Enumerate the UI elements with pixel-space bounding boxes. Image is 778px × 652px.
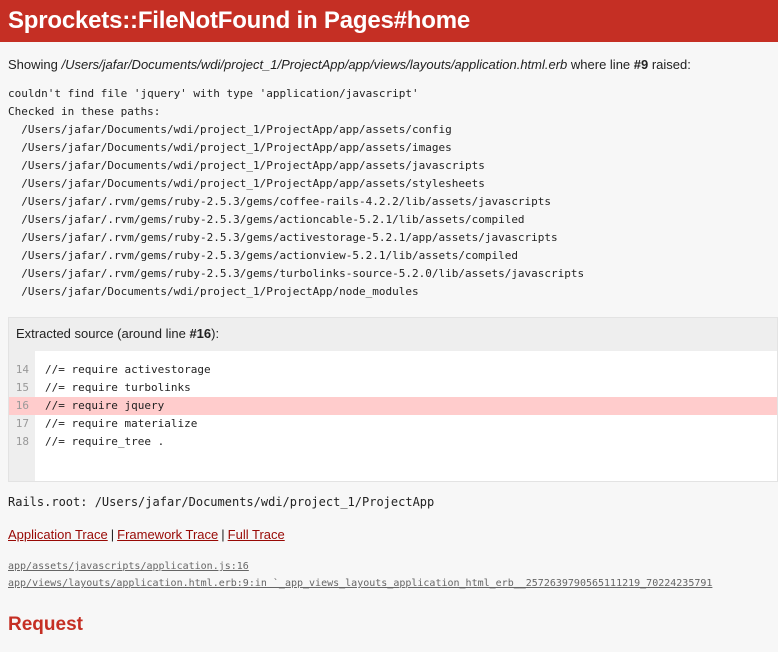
showing-suffix: raised: — [648, 57, 691, 72]
code-line-highlighted: //= require jquery — [35, 397, 777, 415]
line-number: 15 — [15, 381, 29, 394]
application-trace-link[interactable]: Application Trace — [8, 527, 108, 542]
showing-middle: where line — [567, 57, 634, 72]
line-number-highlighted: 16 — [9, 397, 35, 415]
line-number: 18 — [15, 435, 29, 448]
error-header: Sprockets::FileNotFound in Pages#home — [0, 0, 778, 42]
trace-tabs: Application Trace | Framework Trace | Full T… — [8, 527, 770, 542]
source-title-line: #16 — [189, 326, 212, 341]
trace-separator: | — [221, 527, 225, 542]
showing-line: Showing /Users/jafar/Documents/wdi/proje… — [8, 57, 770, 73]
showing-prefix: Showing — [8, 57, 62, 72]
trace-line-link[interactable]: app/assets/javascripts/application.js:16 — [8, 558, 770, 575]
extracted-source-panel: Extracted source (around line #16): 14 1… — [8, 317, 778, 482]
extracted-source-title: Extracted source (around line #16): — [9, 318, 777, 351]
template-line-number: #9 — [633, 57, 649, 72]
main-content: Showing /Users/jafar/Documents/wdi/proje… — [0, 57, 778, 636]
source-body: 14 15 16 17 18 //= require activestorage… — [9, 351, 777, 481]
source-title-suffix: ): — [211, 326, 220, 341]
code-line: //= require turbolinks — [45, 381, 191, 394]
full-trace-link[interactable]: Full Trace — [228, 527, 285, 542]
line-number: 14 — [15, 363, 29, 376]
error-title: Sprockets::FileNotFound in Pages#home — [8, 7, 470, 34]
code-line: //= require_tree . — [45, 435, 165, 448]
trace-lines: app/assets/javascripts/application.js:16… — [8, 558, 770, 592]
code-line: //= require activestorage — [45, 363, 211, 376]
rails-root: Rails.root: /Users/jafar/Documents/wdi/p… — [8, 495, 435, 509]
error-message: couldn't find file 'jquery' with type 'a… — [8, 87, 585, 298]
source-code: //= require activestorage //= require tu… — [35, 351, 777, 481]
trace-line-link[interactable]: app/views/layouts/application.html.erb:9… — [8, 575, 770, 592]
code-line: //= require materialize — [45, 417, 198, 430]
request-heading: Request — [8, 614, 83, 635]
source-title-prefix: Extracted source (around line — [16, 326, 190, 341]
framework-trace-link[interactable]: Framework Trace — [117, 527, 218, 542]
line-number: 17 — [15, 417, 29, 430]
line-number-gutter: 14 15 16 17 18 — [9, 351, 35, 481]
trace-separator: | — [110, 527, 115, 542]
template-path: /Users/jafar/Documents/wdi/project_1/Pro… — [61, 57, 568, 72]
